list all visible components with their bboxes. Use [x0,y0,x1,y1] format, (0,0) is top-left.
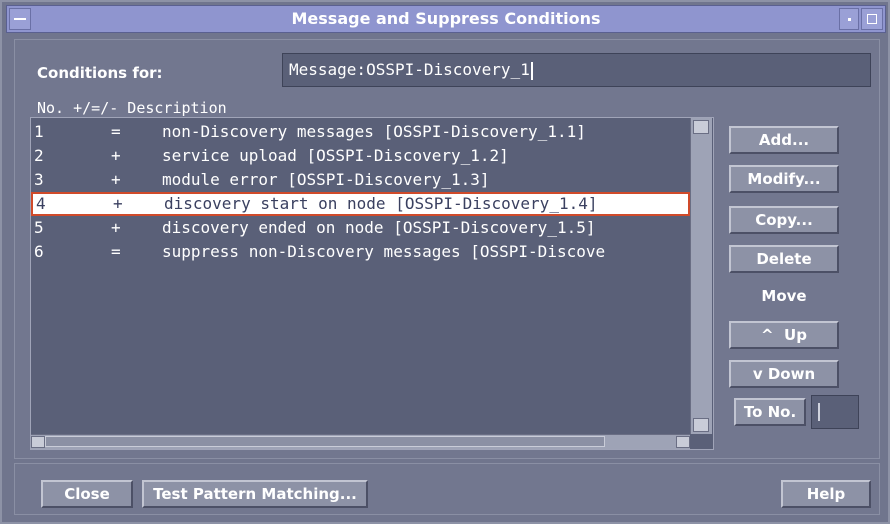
test-pattern-matching-button[interactable]: Test Pattern Matching... [142,480,368,508]
conditions-for-label: Conditions for: [37,64,163,82]
list-item[interactable]: 6 = suppress non-Discovery messages [OSSPI… [31,240,690,264]
modify-button[interactable]: Modify... [729,165,839,193]
conditions-for-value: Message:OSSPI-Discovery_1 [289,60,530,79]
scroll-down-arrow-icon[interactable] [693,418,709,432]
list-item-desc: service upload [OSSPI-Discovery_1.2] [162,146,509,165]
list-item-op: + [111,170,121,189]
list-item-desc: module error [OSSPI-Discovery_1.3] [162,170,490,189]
move-down-button[interactable]: v Down [729,360,839,388]
add-button[interactable]: Add... [729,126,839,154]
list-item[interactable]: 5 + discovery ended on node [OSSPI-Discove… [31,216,690,240]
list-item-op: + [111,218,121,237]
horizontal-scrollbar[interactable] [31,434,690,449]
horizontal-scroll-thumb[interactable] [45,436,605,447]
list-item-no: 4 [36,194,46,213]
list-column-header: No. +/=/- Description [37,99,227,117]
list-item-op: + [111,146,121,165]
list-item[interactable]: 2 + service upload [OSSPI-Discovery_1.2] [31,144,690,168]
dialog-window: Message and Suppress Conditions Conditio… [0,0,890,524]
list-item[interactable]: 4 + discovery start on node [OSSPI-Discove… [31,192,690,216]
close-button[interactable]: Close [41,480,133,508]
to-number-button[interactable]: To No. [734,398,806,426]
list-item-no: 2 [34,146,44,165]
list-item-desc: discovery start on node [OSSPI-Discovery… [164,194,598,213]
scroll-right-arrow-icon[interactable] [676,436,690,448]
window-title: Message and Suppress Conditions [291,9,601,28]
conditions-for-field[interactable]: Message:OSSPI-Discovery_1 [282,53,871,87]
scroll-up-arrow-icon[interactable] [693,120,709,134]
conditions-list[interactable]: 1 = non-Discovery messages [OSSPI-Discover… [30,117,714,450]
list-item-no: 6 [34,242,44,261]
minimize-button[interactable] [839,8,859,30]
list-item-op: = [111,242,121,261]
list-item-desc: non-Discovery messages [OSSPI-Discovery_… [162,122,586,141]
list-item-op: = [111,122,121,141]
scroll-left-arrow-icon[interactable] [31,436,45,448]
list-item[interactable]: 1 = non-Discovery messages [OSSPI-Discover… [31,120,690,144]
move-up-button[interactable]: ^ Up [729,321,839,349]
bottom-button-bar: Close Test Pattern Matching... Help [14,463,880,515]
list-item-no: 3 [34,170,44,189]
move-label: Move [761,287,807,305]
list-item-no: 5 [34,218,44,237]
list-item-op: + [113,194,123,213]
list-item-no: 1 [34,122,44,141]
delete-button[interactable]: Delete [729,245,839,273]
list-item-desc: suppress non-Discovery messages [OSSPI-D… [162,242,606,261]
list-item-desc: discovery ended on node [OSSPI-Discovery… [162,218,596,237]
text-caret [530,61,533,80]
list-item[interactable]: 3 + module error [OSSPI-Discovery_1.3] [31,168,690,192]
text-caret [818,403,820,421]
to-number-input[interactable] [811,395,859,429]
copy-button[interactable]: Copy... [729,206,839,234]
maximize-button[interactable] [861,8,883,30]
title-bar[interactable]: Message and Suppress Conditions [6,5,886,33]
vertical-scrollbar[interactable] [690,118,712,434]
main-panel: Conditions for: Message:OSSPI-Discovery_… [14,39,880,459]
help-button[interactable]: Help [781,480,871,508]
